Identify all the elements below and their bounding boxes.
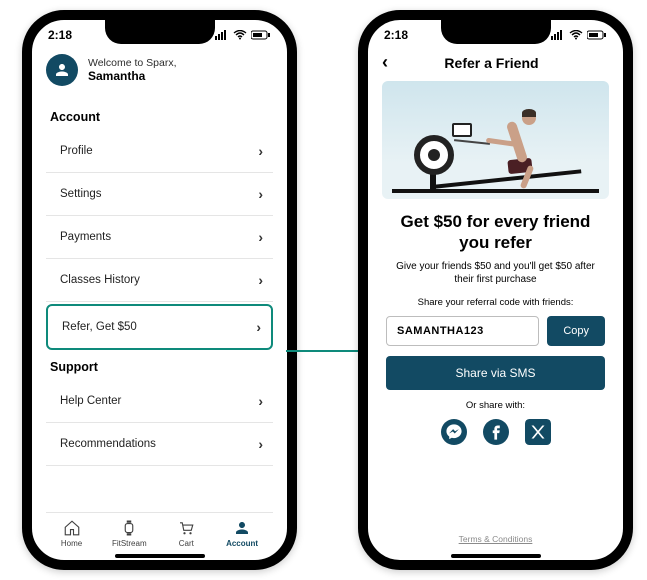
welcome-prefix: Welcome to Sparx, bbox=[88, 57, 177, 69]
battery-icon bbox=[251, 30, 271, 40]
battery-icon bbox=[587, 30, 607, 40]
chevron-right-icon: › bbox=[258, 229, 263, 245]
support-header: Support bbox=[50, 360, 273, 374]
menu-item-label: Recommendations bbox=[60, 438, 156, 450]
menu-settings[interactable]: Settings › bbox=[46, 173, 273, 216]
refer-screen: 2:18 ‹ Refer a Friend Get $50 for every … bbox=[358, 10, 633, 570]
home-icon bbox=[62, 519, 82, 537]
menu-classes-history[interactable]: Classes History › bbox=[46, 259, 273, 302]
copy-button[interactable]: Copy bbox=[547, 316, 605, 346]
nav-label: Home bbox=[61, 539, 82, 548]
person-icon bbox=[53, 61, 71, 79]
status-time: 2:18 bbox=[48, 28, 72, 42]
home-indicator[interactable] bbox=[451, 554, 541, 558]
status-time: 2:18 bbox=[384, 28, 408, 42]
account-header: Account bbox=[50, 110, 273, 124]
share-sms-button[interactable]: Share via SMS bbox=[386, 356, 605, 390]
menu-item-label: Refer, Get $50 bbox=[62, 321, 137, 333]
refer-subtitle: Give your friends $50 and you'll get $50… bbox=[394, 260, 597, 287]
flow-connector-line bbox=[286, 350, 366, 352]
nav-label: FitStream bbox=[112, 539, 147, 548]
social-row bbox=[382, 419, 609, 445]
welcome-block: Welcome to Sparx, Samantha bbox=[46, 54, 273, 86]
chevron-right-icon: › bbox=[258, 143, 263, 159]
share-code-label: Share your referral code with friends: bbox=[382, 297, 609, 308]
menu-profile[interactable]: Profile › bbox=[46, 130, 273, 173]
status-icons bbox=[551, 30, 607, 40]
watch-icon bbox=[119, 519, 139, 537]
chevron-right-icon: › bbox=[258, 186, 263, 202]
menu-help-center[interactable]: Help Center › bbox=[46, 380, 273, 423]
header-bar: ‹ Refer a Friend bbox=[382, 52, 609, 73]
menu-item-label: Help Center bbox=[60, 395, 121, 407]
support-menu: Help Center › Recommendations › bbox=[46, 380, 273, 466]
hero-image-rower bbox=[382, 81, 609, 199]
avatar[interactable] bbox=[46, 54, 78, 86]
menu-item-label: Classes History bbox=[60, 274, 140, 286]
chevron-right-icon: › bbox=[258, 393, 263, 409]
phone-notch bbox=[441, 18, 551, 44]
nav-label: Account bbox=[226, 539, 258, 548]
page-title: Refer a Friend bbox=[398, 55, 585, 71]
account-menu: Profile › Settings › Payments › Classes His… bbox=[46, 130, 273, 352]
chevron-right-icon: › bbox=[258, 436, 263, 452]
wifi-icon bbox=[233, 30, 247, 40]
chevron-right-icon: › bbox=[256, 319, 261, 335]
bottom-nav: Home FitStream Cart Account bbox=[46, 512, 273, 550]
welcome-name: Samantha bbox=[88, 69, 177, 83]
menu-item-label: Payments bbox=[60, 231, 111, 243]
terms-link[interactable]: Terms & Conditions bbox=[382, 534, 609, 544]
back-button[interactable]: ‹ bbox=[382, 52, 388, 73]
referral-code-input[interactable]: SAMANTHA123 bbox=[386, 316, 539, 346]
nav-account[interactable]: Account bbox=[226, 519, 258, 548]
cart-icon bbox=[176, 519, 196, 537]
code-row: SAMANTHA123 Copy bbox=[382, 316, 609, 346]
nav-home[interactable]: Home bbox=[61, 519, 82, 548]
messenger-icon[interactable] bbox=[441, 419, 467, 445]
menu-recommendations[interactable]: Recommendations › bbox=[46, 423, 273, 466]
refer-title: Get $50 for every friend you refer bbox=[392, 211, 599, 254]
menu-refer[interactable]: Refer, Get $50 › bbox=[46, 304, 273, 350]
menu-item-label: Settings bbox=[60, 188, 102, 200]
nav-label: Cart bbox=[179, 539, 194, 548]
nav-fitstream[interactable]: FitStream bbox=[112, 519, 147, 548]
or-share-label: Or share with: bbox=[382, 400, 609, 411]
person-icon bbox=[232, 519, 252, 537]
menu-item-label: Profile bbox=[60, 145, 93, 157]
chevron-right-icon: › bbox=[258, 272, 263, 288]
nav-cart[interactable]: Cart bbox=[176, 519, 196, 548]
x-twitter-icon[interactable] bbox=[525, 419, 551, 445]
status-icons bbox=[215, 30, 271, 40]
account-screen: 2:18 Welcome to Sparx, Samantha Account … bbox=[22, 10, 297, 570]
menu-payments[interactable]: Payments › bbox=[46, 216, 273, 259]
facebook-icon[interactable] bbox=[483, 419, 509, 445]
signal-icon bbox=[215, 30, 229, 40]
wifi-icon bbox=[569, 30, 583, 40]
home-indicator[interactable] bbox=[115, 554, 205, 558]
phone-notch bbox=[105, 18, 215, 44]
signal-icon bbox=[551, 30, 565, 40]
